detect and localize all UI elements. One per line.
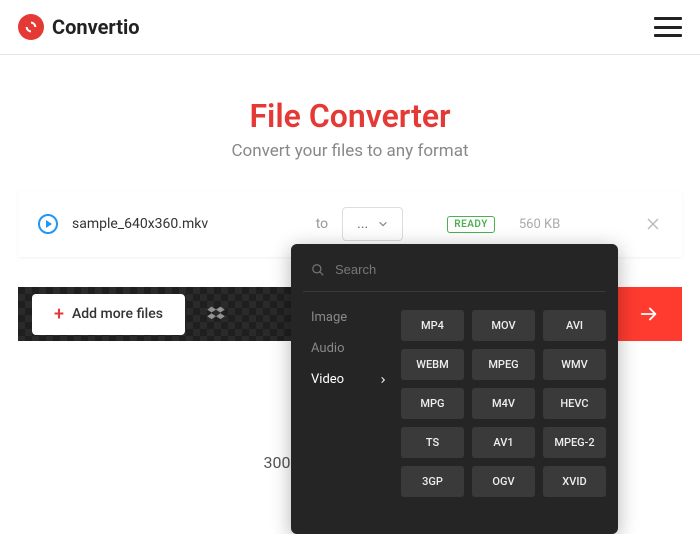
file-name: sample_640x360.mkv [72, 216, 232, 232]
format-option[interactable]: MPEG-2 [543, 427, 606, 458]
play-icon [38, 214, 58, 234]
format-dropdown: Image Audio Video MP4 MOV AVI WEBM MPEG … [291, 244, 618, 534]
logo-icon [18, 14, 44, 40]
format-search [303, 262, 606, 292]
remove-file-button[interactable] [644, 215, 662, 233]
format-grid: MP4 MOV AVI WEBM MPEG WMV MPG M4V HEVC T… [401, 310, 606, 497]
format-option[interactable]: HEVC [543, 388, 606, 419]
file-size: 560 KB [519, 217, 560, 232]
to-label: to [316, 216, 328, 232]
plus-icon: + [54, 304, 64, 325]
format-option[interactable]: TS [401, 427, 464, 458]
category-audio[interactable]: Audio [311, 341, 395, 356]
format-search-input[interactable] [335, 262, 598, 277]
format-categories: Image Audio Video [303, 310, 395, 497]
header: Convertio [0, 0, 700, 55]
format-option[interactable]: AV1 [472, 427, 535, 458]
logo[interactable]: Convertio [18, 14, 140, 40]
format-value: ... [357, 216, 368, 232]
format-option[interactable]: 3GP [401, 466, 464, 497]
page-subtitle: Convert your files to any format [0, 141, 700, 161]
status-badge: READY [447, 216, 495, 233]
arrow-right-icon [638, 303, 660, 325]
dropbox-icon[interactable] [205, 303, 227, 325]
format-select[interactable]: ... [342, 207, 403, 241]
format-option[interactable]: MP4 [401, 310, 464, 341]
format-option[interactable]: M4V [472, 388, 535, 419]
chevron-down-icon [378, 219, 388, 229]
brand-name: Convertio [52, 15, 140, 39]
format-option[interactable]: WMV [543, 349, 606, 380]
format-option[interactable]: WEBM [401, 349, 464, 380]
add-more-label: Add more files [72, 306, 163, 322]
format-option[interactable]: MOV [472, 310, 535, 341]
chevron-right-icon [379, 376, 387, 384]
format-option[interactable]: AVI [543, 310, 606, 341]
add-more-files-button[interactable]: + Add more files [32, 294, 185, 335]
page-title: File Converter [0, 97, 700, 135]
format-option[interactable]: MPEG [472, 349, 535, 380]
search-icon [311, 263, 325, 277]
menu-icon[interactable] [654, 17, 682, 37]
convert-button[interactable] [616, 287, 682, 341]
format-option[interactable]: XVID [543, 466, 606, 497]
format-option[interactable]: MPG [401, 388, 464, 419]
category-video[interactable]: Video [311, 372, 395, 387]
format-option[interactable]: OGV [472, 466, 535, 497]
hero: File Converter Convert your files to any… [0, 55, 700, 181]
category-image[interactable]: Image [311, 310, 395, 325]
